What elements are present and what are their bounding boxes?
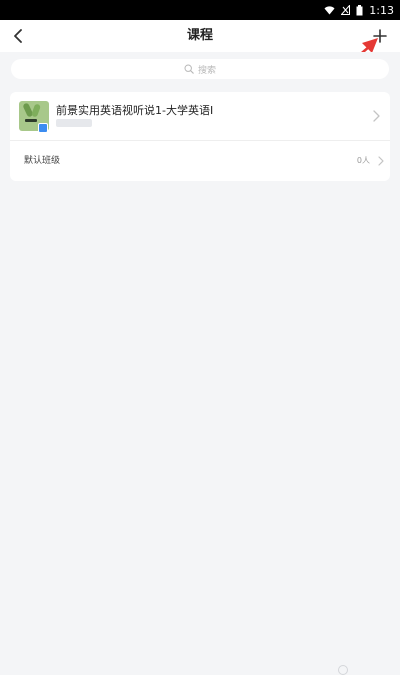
course-subtitle-placeholder <box>56 119 92 127</box>
status-bar: 1:13 <box>0 0 400 20</box>
page-title: 课程 <box>186 28 213 43</box>
magnifier-icon <box>184 64 194 74</box>
search-bar: 搜索 <box>0 52 400 86</box>
nav-bar: 课程 <box>0 20 400 52</box>
wifi-icon <box>324 5 335 14</box>
class-item[interactable]: 默认班级 0人 <box>10 141 390 181</box>
course-card: 前景实用英语视听说1-大学英语I 默认班级 0人 <box>10 92 390 181</box>
search-placeholder: 搜索 <box>197 65 216 76</box>
floating-dot-icon <box>338 665 348 675</box>
class-member-count: 0人 <box>356 156 370 165</box>
status-time: 1:13 <box>369 3 394 17</box>
course-badge-icon <box>38 123 48 133</box>
cover-dots-shape <box>25 119 37 122</box>
chevron-right-icon <box>378 156 384 166</box>
battery-icon <box>356 4 363 15</box>
plus-icon <box>373 29 387 43</box>
chevron-right-icon <box>373 110 380 122</box>
add-course-button[interactable] <box>368 24 392 48</box>
search-input[interactable]: 搜索 <box>11 59 389 79</box>
course-title: 前景实用英语视听说1-大学英语I <box>56 104 214 117</box>
class-name: 默认班级 <box>24 156 61 166</box>
cover-leaf-shape <box>30 103 42 118</box>
course-item[interactable]: 前景实用英语视听说1-大学英语I <box>10 92 390 140</box>
signal-icon <box>341 5 351 15</box>
